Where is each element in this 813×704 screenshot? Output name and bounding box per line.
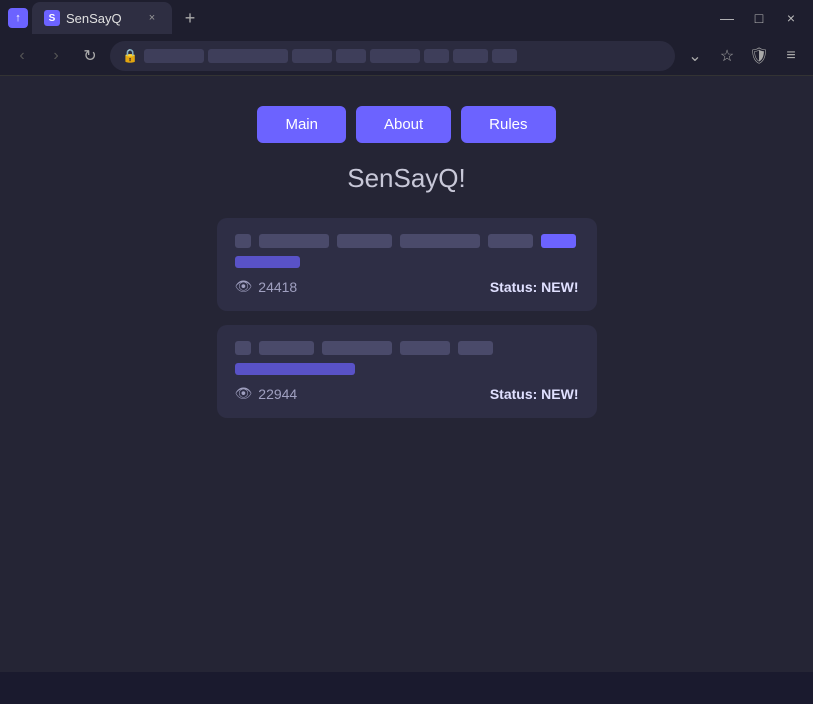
titlebar: ↑ S SenSayQ × + — □ ×	[0, 0, 813, 36]
lock-icon: 🔒	[122, 48, 138, 64]
card-1-status: Status: NEW!	[490, 279, 579, 295]
tab-close-button[interactable]: ×	[144, 10, 160, 26]
address-content	[144, 49, 663, 63]
eye-icon-1: 👁	[235, 278, 253, 295]
card-1-status-value: NEW!	[541, 279, 578, 295]
content-card-2[interactable]: 👁 22944 Status: NEW!	[217, 325, 597, 418]
card-2-pill-3	[400, 341, 450, 355]
window-controls: — □ ×	[713, 4, 805, 32]
address-pill-7	[453, 49, 488, 63]
card-1-footer: 👁 24418 Status: NEW!	[235, 278, 579, 295]
card-1-views: 👁 24418	[235, 278, 298, 295]
address-pill-accent	[492, 49, 517, 63]
card-1-pill-1	[259, 234, 329, 248]
card-1-pill-4	[488, 234, 533, 248]
card-1-pill-accent	[541, 234, 576, 248]
maximize-button[interactable]: □	[745, 4, 773, 32]
card-1-view-count: 24418	[258, 279, 297, 295]
card-2-header	[235, 341, 579, 355]
card-2-pill-sm	[235, 341, 251, 355]
nav-tabs: Main About Rules	[257, 106, 555, 143]
eye-icon-2: 👁	[235, 385, 253, 402]
about-tab-button[interactable]: About	[356, 106, 451, 143]
address-pill-1	[144, 49, 204, 63]
card-1-pill-2	[337, 234, 392, 248]
page-content: Main About Rules SenSayQ! 👁 24418	[0, 76, 813, 672]
new-tab-button[interactable]: +	[176, 4, 204, 32]
card-1-header	[235, 234, 579, 248]
card-2-views: 👁 22944	[235, 385, 298, 402]
card-2-pill-4	[458, 341, 493, 355]
card-2-view-count: 22944	[258, 386, 297, 402]
cards-container: 👁 24418 Status: NEW!	[217, 218, 597, 418]
card-2-pill-1	[259, 341, 314, 355]
card-2-status-label: Status:	[490, 386, 537, 402]
card-1-pill-sm	[235, 234, 251, 248]
app-title: SenSayQ!	[347, 163, 466, 194]
address-pill-6	[424, 49, 449, 63]
refresh-button[interactable]: ↻	[76, 42, 104, 70]
address-pill-3	[292, 49, 332, 63]
card-2-subline	[235, 363, 579, 375]
extension-icon[interactable]: ↑	[8, 8, 28, 28]
bookmark-button[interactable]: ☆	[713, 42, 741, 70]
address-pill-5	[370, 49, 420, 63]
browser-tab[interactable]: S SenSayQ ×	[32, 2, 172, 34]
forward-button[interactable]: ›	[42, 42, 70, 70]
rules-tab-button[interactable]: Rules	[461, 106, 555, 143]
tab-favicon: S	[44, 10, 60, 26]
close-button[interactable]: ×	[777, 4, 805, 32]
tab-title: SenSayQ	[66, 11, 138, 26]
card-1-pill-3	[400, 234, 480, 248]
address-pill-4	[336, 49, 366, 63]
address-bar[interactable]: 🔒	[110, 41, 675, 71]
card-1-subline	[235, 256, 579, 268]
card-1-subpill	[235, 256, 300, 268]
card-2-pill-2	[322, 341, 392, 355]
card-2-status-value: NEW!	[541, 386, 578, 402]
card-2-subpill	[235, 363, 355, 375]
card-2-status: Status: NEW!	[490, 386, 579, 402]
dropdown-button[interactable]: ⌄	[681, 42, 709, 70]
card-1-status-label: Status:	[490, 279, 537, 295]
navigation-bar: ‹ › ↻ 🔒 ⌄ ☆ 🛡 ≡	[0, 36, 813, 76]
minimize-button[interactable]: —	[713, 4, 741, 32]
address-pill-2	[208, 49, 288, 63]
navbar-actions: ⌄ ☆ 🛡 ≡	[681, 42, 805, 70]
content-card-1[interactable]: 👁 24418 Status: NEW!	[217, 218, 597, 311]
shield-button[interactable]: 🛡	[745, 42, 773, 70]
back-button[interactable]: ‹	[8, 42, 36, 70]
card-2-footer: 👁 22944 Status: NEW!	[235, 385, 579, 402]
menu-button[interactable]: ≡	[777, 42, 805, 70]
main-tab-button[interactable]: Main	[257, 106, 346, 143]
